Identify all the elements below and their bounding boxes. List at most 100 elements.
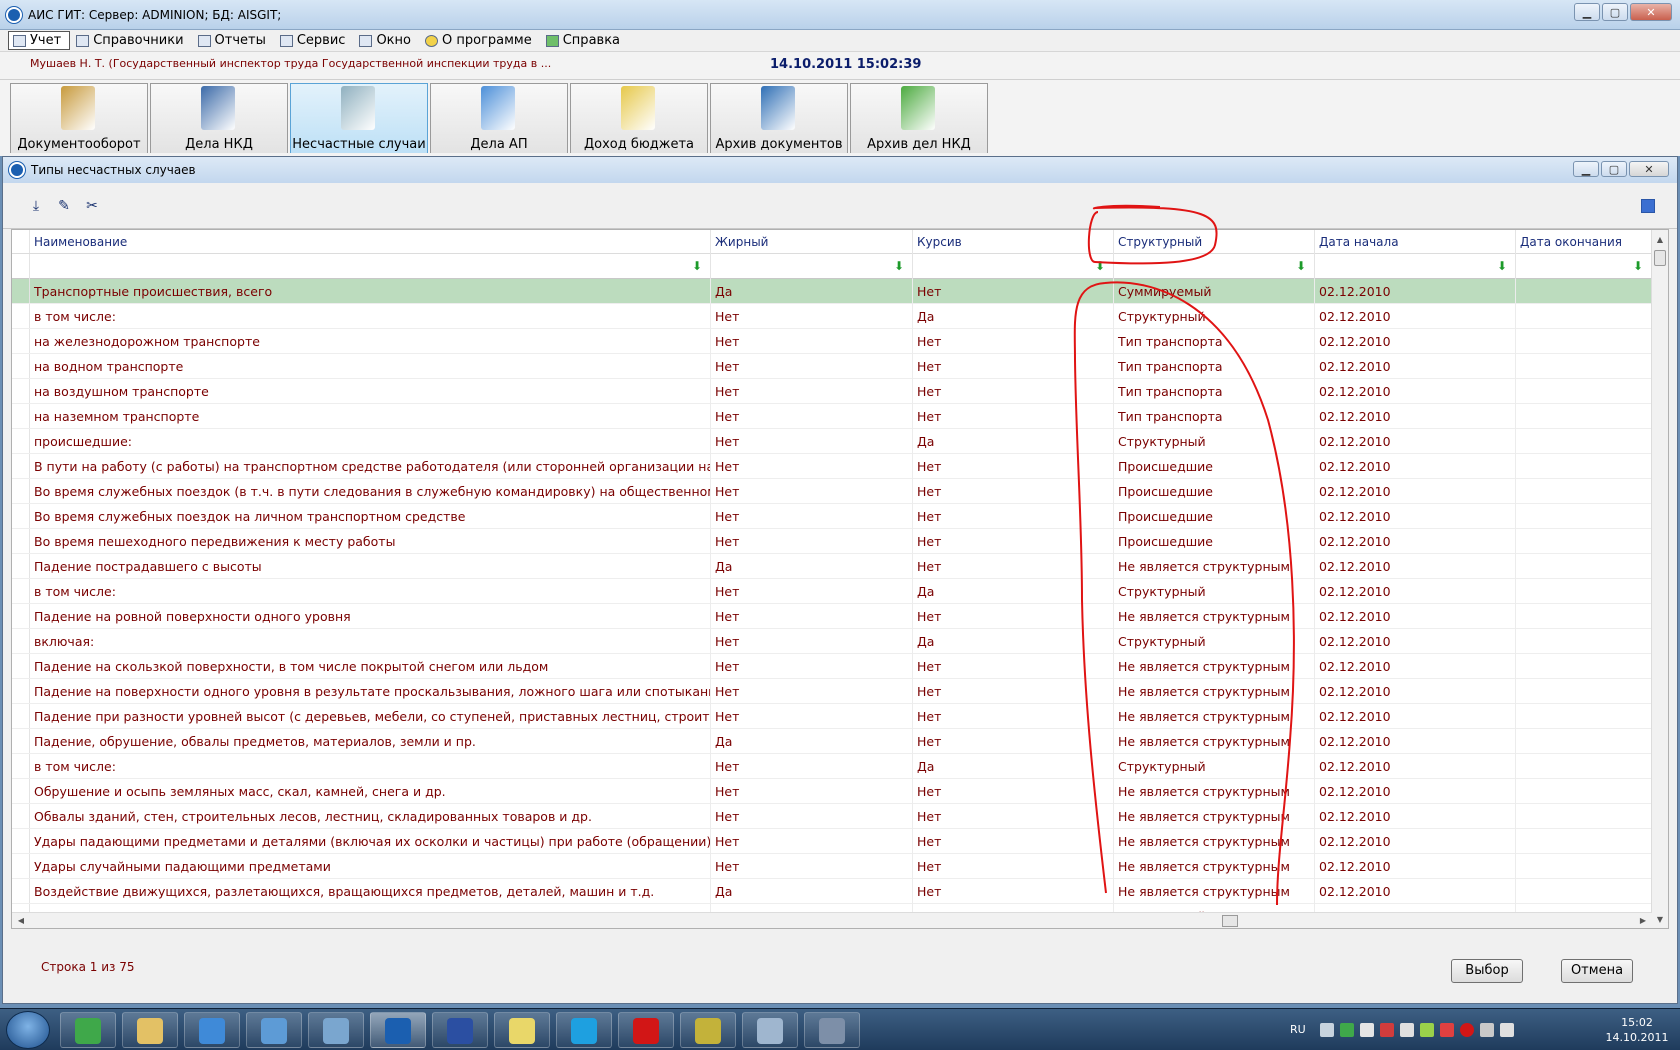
cell-italic[interactable]: Нет [913,379,1114,404]
scroll-down-icon[interactable]: ▼ [1652,912,1668,928]
row-indicator[interactable] [12,779,30,803]
cell-italic[interactable]: Нет [913,479,1114,504]
tab-budget-income[interactable]: Доход бюджета [570,83,708,153]
taskbar-app[interactable] [618,1012,674,1048]
filter-name[interactable]: ⬇ [30,254,711,279]
scroll-left-icon[interactable]: ◀ [14,913,28,928]
cell-bold[interactable]: Да [711,729,913,754]
table-row[interactable]: на железнодорожном транспорте Нет Нет Тип т… [12,329,1652,354]
cell-italic[interactable]: Да [913,429,1114,454]
cell-structural[interactable]: Происшедшие [1114,454,1315,479]
row-indicator[interactable] [12,404,30,428]
cell-end-date[interactable] [1516,329,1652,354]
cell-italic[interactable]: Нет [913,404,1114,429]
cell-bold[interactable]: Нет [711,629,913,654]
cell-bold[interactable]: Нет [711,304,913,329]
column-chooser-icon[interactable] [1641,199,1655,213]
cut-icon[interactable]: ✂ [83,197,101,215]
table-row[interactable]: Во время пешеходного передвижения к мест… [12,529,1652,554]
cell-start-date[interactable]: 02.12.2010 [1315,604,1516,629]
cell-structural[interactable]: Структурный [1114,579,1315,604]
cell-italic[interactable]: Нет [913,529,1114,554]
cell-start-date[interactable]: 02.12.2010 [1315,279,1516,304]
cell-structural[interactable]: Не является структурным [1114,854,1315,879]
cell-start-date[interactable]: 02.12.2010 [1315,454,1516,479]
cell-end-date[interactable] [1516,479,1652,504]
cell-bold[interactable]: Нет [711,429,913,454]
cell-bold[interactable]: Нет [711,679,913,704]
table-row[interactable]: на воздушном транспорте Нет Нет Тип транспо… [12,379,1652,404]
cell-italic[interactable]: Нет [913,329,1114,354]
vertical-scroll-thumb[interactable] [1654,250,1666,266]
table-row[interactable]: В пути на работу (с работы) на транспорт… [12,454,1652,479]
taskbar-clock[interactable]: 15:02 14.10.2011 [1598,1015,1676,1045]
cell-start-date[interactable]: 02.12.2010 [1315,704,1516,729]
cell-end-date[interactable] [1516,879,1652,904]
cell-start-date[interactable]: 02.12.2010 [1315,354,1516,379]
close-button[interactable]: ✕ [1630,3,1672,21]
cell-structural[interactable]: Не является структурным [1114,804,1315,829]
cell-italic[interactable]: Нет [913,779,1114,804]
cancel-button[interactable]: Отмена [1561,959,1633,983]
cell-structural[interactable]: Суммируемый [1114,279,1315,304]
row-indicator[interactable] [12,829,30,853]
cell-start-date[interactable]: 02.12.2010 [1315,304,1516,329]
cell-bold[interactable]: Нет [711,704,913,729]
cell-bold[interactable]: Нет [711,379,913,404]
tab-nkd-cases[interactable]: Дела НКД [150,83,288,153]
cell-end-date[interactable] [1516,379,1652,404]
cell-structural[interactable]: Тип транспорта [1114,329,1315,354]
cell-italic[interactable]: Да [913,629,1114,654]
cell-italic[interactable]: Нет [913,654,1114,679]
cell-italic[interactable]: Да [913,304,1114,329]
horizontal-scrollbar[interactable]: ◀ ▶ [12,912,1652,928]
filter-arrow-icon[interactable]: ⬇ [692,260,702,272]
cell-structural[interactable]: Не является структурным [1114,654,1315,679]
clover-tray-icon[interactable] [1340,1023,1354,1037]
row-indicator[interactable] [12,579,30,603]
cell-name[interactable]: в том числе: [30,304,711,329]
minimize-button[interactable]: ▁ [1574,3,1600,21]
filter-arrow-icon[interactable]: ⬇ [1296,260,1306,272]
cell-end-date[interactable] [1516,654,1652,679]
cell-bold[interactable]: Нет [711,829,913,854]
tab-ap-cases[interactable]: Дела АП [430,83,568,153]
col-header-bold[interactable]: Жирный [711,230,913,254]
cell-italic[interactable]: Нет [913,554,1114,579]
cell-name[interactable]: Удары случайными падающими предметами [30,854,711,879]
table-row[interactable]: Падение при разности уровней высот (с де… [12,704,1652,729]
cell-start-date[interactable]: 02.12.2010 [1315,529,1516,554]
row-indicator[interactable] [12,454,30,478]
row-indicator[interactable] [12,354,30,378]
cell-end-date[interactable] [1516,629,1652,654]
cell-name[interactable]: включая: [30,629,711,654]
row-indicator[interactable] [12,279,30,303]
col-header-italic[interactable]: Курсив [913,230,1114,254]
cell-italic[interactable]: Нет [913,704,1114,729]
col-header-structural[interactable]: Структурный [1114,230,1315,254]
cell-bold[interactable]: Нет [711,454,913,479]
taskbar-app[interactable] [184,1012,240,1048]
taskbar-app[interactable] [308,1012,364,1048]
row-indicator[interactable] [12,629,30,653]
row-indicator[interactable] [12,379,30,403]
cell-name[interactable]: В пути на работу (с работы) на транспорт… [30,454,711,479]
cell-name[interactable]: Во время пешеходного передвижения к мест… [30,529,711,554]
table-row[interactable]: Падение пострадавшего с высоты Да Нет Не яв… [12,554,1652,579]
cell-start-date[interactable]: 02.12.2010 [1315,779,1516,804]
table-row[interactable]: на водном транспорте Нет Нет Тип транспорта… [12,354,1652,379]
cell-structural[interactable]: Не является структурным [1114,604,1315,629]
table-row[interactable]: Падение на ровной поверхности одного уро… [12,604,1652,629]
filter-arrow-icon[interactable]: ⬇ [1633,260,1643,272]
cell-bold[interactable]: Нет [711,854,913,879]
cell-end-date[interactable] [1516,279,1652,304]
cell-bold[interactable]: Нет [711,329,913,354]
cell-structural[interactable]: Не является структурным [1114,704,1315,729]
cell-start-date[interactable]: 02.12.2010 [1315,554,1516,579]
cell-bold[interactable]: Нет [711,404,913,429]
antivirus-icon[interactable] [1440,1023,1454,1037]
cell-end-date[interactable] [1516,704,1652,729]
cell-end-date[interactable] [1516,504,1652,529]
cell-name[interactable]: Воздействие движущихся, разлетающихся, в… [30,879,711,904]
cell-end-date[interactable] [1516,429,1652,454]
